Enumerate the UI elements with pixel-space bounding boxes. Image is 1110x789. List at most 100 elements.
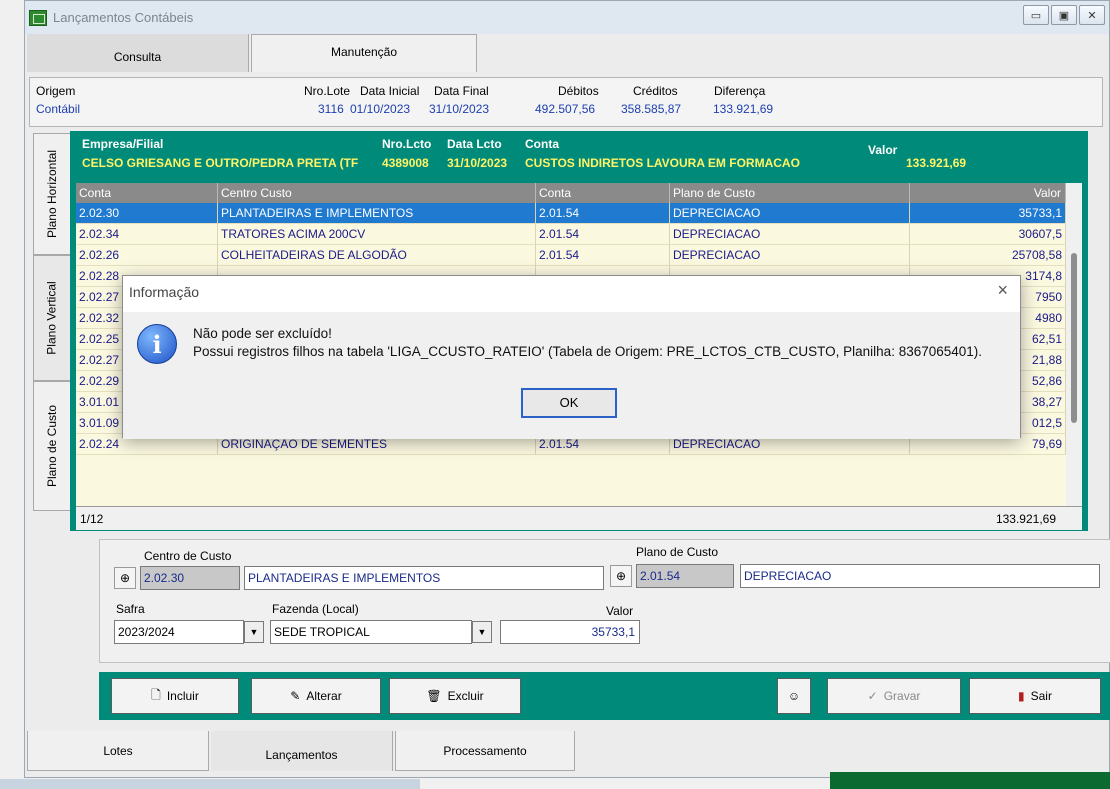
valor-value: 133.921,69 [906,156,967,170]
cell-plano-custo: DEPRECIACAO [670,224,910,245]
cell-conta: 2.02.26 [76,245,218,266]
origem-value: Contábil [36,102,81,116]
action-button-bar: 🗋 Incluir ✎ Alterar 🗑 Excluir ☺ ✓ Gravar ▮ Sa… [99,672,1110,720]
cell-conta: 2.02.34 [76,224,218,245]
empresa-label: Empresa/Filial [82,137,164,151]
exit-door-icon: ▮ [1018,689,1025,703]
window-title: Lançamentos Contábeis [53,10,194,25]
dialog-message-line1: Não pode ser excluído! [193,326,332,341]
edit-panel: Centro de Custo ⊕ 2.02.30 PLANTADEIRAS E… [99,539,1110,663]
dialog-body: i Não pode ser excluído! Possui registro… [123,312,1020,439]
creditos-value: 358.585,87 [621,102,682,116]
creditos-label: Créditos [633,84,678,98]
plano-custo-code-field[interactable]: 2.01.54 [636,564,734,588]
safra-select[interactable]: 2023/2024 [114,620,244,644]
tab-lotes[interactable]: Lotes [27,731,209,771]
tab-lancamentos[interactable]: Lançamentos [211,731,393,771]
valor-field[interactable]: 35733,1 [500,620,640,644]
cell-valor: 25708,58 [910,245,1066,266]
grid-vertical-scrollbar[interactable] [1066,183,1082,509]
background-logo [830,772,1110,789]
origem-label: Origem [36,84,76,98]
ok-button[interactable]: OK [521,388,617,418]
excluir-label: Excluir [447,689,484,703]
valor-field-label: Valor [606,604,634,618]
centro-custo-label: Centro de Custo [144,549,232,563]
incluir-button[interactable]: 🗋 Incluir [111,678,239,714]
table-row[interactable]: 2.02.34 TRATORES ACIMA 200CV 2.01.54 DEPREC… [76,224,1066,245]
cell-plano-custo: DEPRECIACAO [670,245,910,266]
tab-plano-de-custo[interactable]: Plano de Custo [33,381,71,511]
minimize-button[interactable]: ▭ [1023,5,1049,25]
alterar-button[interactable]: ✎ Alterar [251,678,381,714]
tab-plano-horizontal[interactable]: Plano Horizontal [33,133,71,255]
sair-button[interactable]: ▮ Sair [969,678,1101,714]
help-button[interactable]: ☺ [777,678,811,714]
cell-conta: 2.02.30 [76,203,218,224]
help-icon: ☺ [787,689,801,703]
info-dialog: Informação × i Não pode ser excluído! Po… [122,275,1021,439]
cell-centro-custo: TRATORES ACIMA 200CV [218,224,536,245]
edit-document-icon: ✎ [290,689,301,703]
new-document-icon: 🗋 [151,687,161,702]
safra-dropdown-arrow[interactable]: ▼ [244,621,264,643]
fazenda-label: Fazenda (Local) [272,602,359,616]
debitos-value: 492.507,56 [535,102,596,116]
excluir-button[interactable]: 🗑 Excluir [389,678,521,714]
centro-custo-name-field[interactable]: PLANTADEIRAS E IMPLEMENTOS [244,566,604,590]
data-final-label: Data Final [434,84,489,98]
scroll-thumb[interactable] [1071,253,1077,423]
gravar-label: Gravar [883,689,921,703]
fazenda-select[interactable]: SEDE TROPICAL [270,620,472,644]
gravar-button[interactable]: ✓ Gravar [827,678,961,714]
fazenda-dropdown-arrow[interactable]: ▼ [472,621,492,643]
dialog-close-icon[interactable]: × [997,280,1008,301]
grid-header: Conta Centro Custo Conta Plano de Custo … [76,183,1066,203]
cell-centro-custo: COLHEITADEIRAS DE ALGODÃO [218,245,536,266]
search-plano-custo-button[interactable]: ⊕ [610,565,632,587]
data-lcto-value: 31/10/2023 [447,156,508,170]
cell-valor: 30607,5 [910,224,1066,245]
trash-icon: 🗑 [426,689,442,703]
valor-label: Valor [868,143,898,157]
col-valor[interactable]: Valor [910,183,1066,203]
plano-custo-name-field[interactable]: DEPRECIACAO [740,564,1100,588]
diferenca-value: 133.921,69 [713,102,774,116]
safra-label: Safra [116,602,145,616]
side-tab-strip: Plano Horizontal Plano Vertical Plano de… [33,133,71,513]
diferenca-label: Diferença [714,84,766,98]
col-centro-custo[interactable]: Centro Custo [218,183,536,203]
origem-panel: Origem Contábil Nro.Lote 3116 Data Inici… [29,77,1103,127]
search-centro-custo-button[interactable]: ⊕ [114,567,136,589]
conta-label: Conta [525,137,559,151]
bottom-tab-strip: Lotes Lançamentos Processamento [27,731,1107,771]
maximize-button[interactable]: ▣ [1051,5,1077,25]
lancamento-header: Empresa/Filial Nro.Lcto Data Lcto Conta … [70,131,1088,181]
lote-label: Nro.Lote [304,84,351,98]
information-icon: i [137,324,177,364]
col-plano-custo[interactable]: Plano de Custo [670,183,910,203]
tab-processamento[interactable]: Processamento [395,731,575,771]
tab-consulta[interactable]: Consulta [27,34,249,72]
checkmark-icon: ✓ [867,689,878,703]
col-conta[interactable]: Conta [76,183,218,203]
centro-custo-code-field[interactable]: 2.02.30 [140,566,240,590]
col-conta-plano[interactable]: Conta [536,183,670,203]
table-row[interactable]: 2.02.30 PLANTADEIRAS E IMPLEMENTOS 2.01.54… [76,203,1066,224]
tab-plano-de-custo-label: Plano de Custo [45,404,59,488]
tab-plano-vertical[interactable]: Plano Vertical [33,255,71,381]
zoom-icon: ⊕ [119,571,131,585]
cell-conta-plano: 2.01.54 [536,224,670,245]
record-count: 1/12 [80,512,104,526]
lcto-value: 4389008 [382,156,429,170]
tab-manutencao[interactable]: Manutenção [251,34,477,72]
close-window-button[interactable]: ✕ [1079,5,1105,25]
conta-value: CUSTOS INDIRETOS LAVOURA EM FORMACAO [525,156,800,170]
table-row[interactable]: 2.02.26 COLHEITADEIRAS DE ALGODÃO 2.01.54 D… [76,245,1066,266]
debitos-label: Débitos [558,84,599,98]
title-bar[interactable]: Lançamentos Contábeis ▭ ▣ ✕ [25,1,1109,34]
lote-value: 3116 [318,102,344,116]
dialog-title: Informação [129,284,200,300]
data-final-value: 31/10/2023 [429,102,490,116]
zoom-icon: ⊕ [615,569,627,583]
